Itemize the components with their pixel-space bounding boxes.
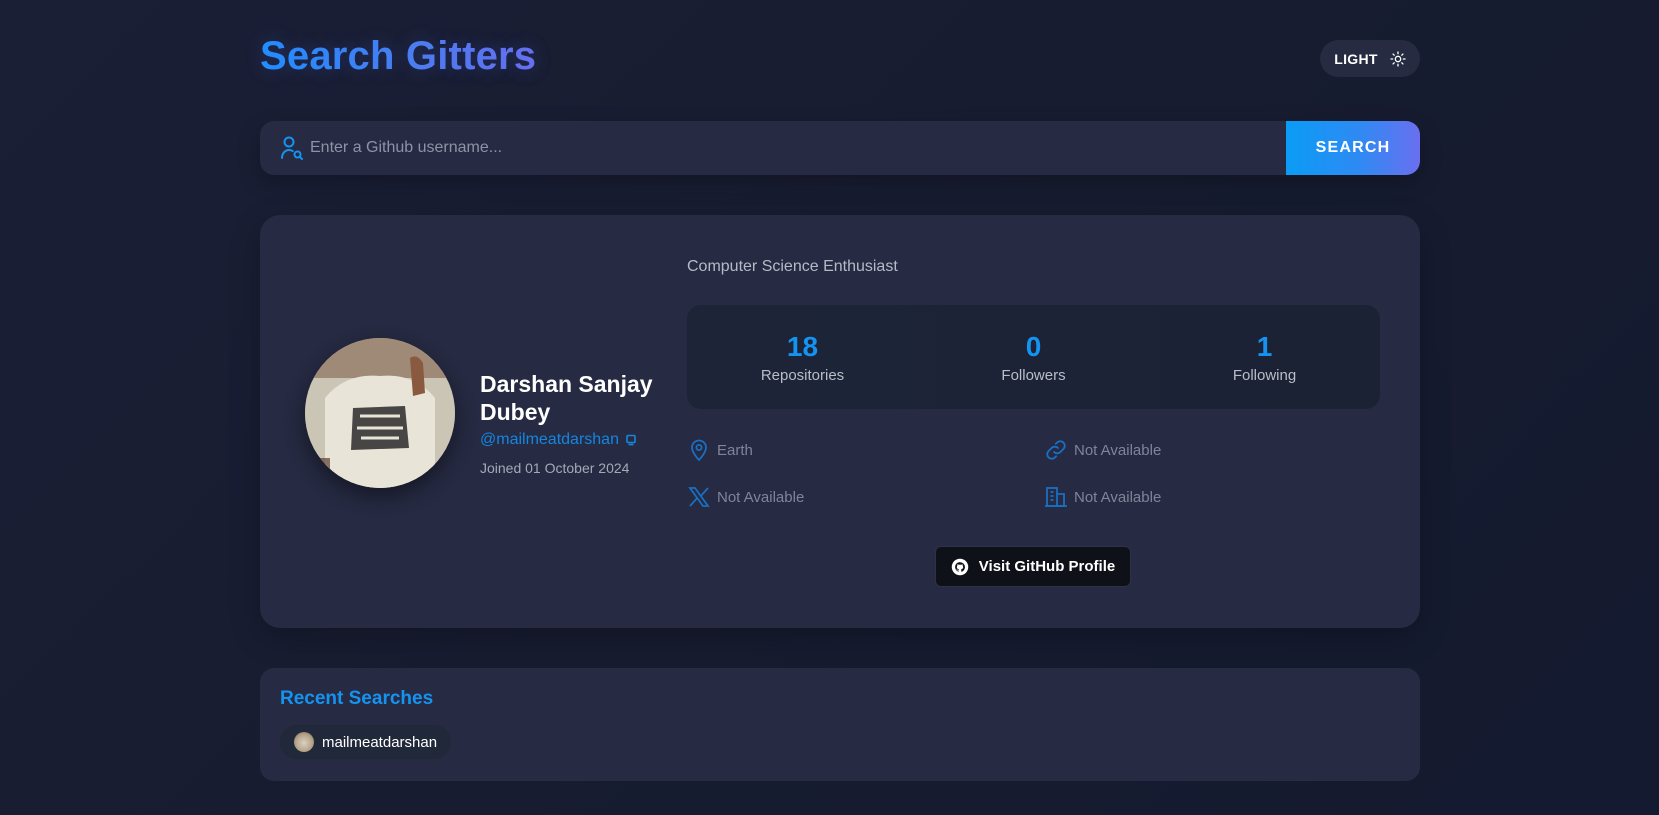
stat-value: 18 (786, 330, 819, 362)
profile-login-link[interactable]: @mailmeatdarshan (480, 431, 637, 449)
stat-following: 1 Following (1149, 305, 1380, 409)
profile-login: @mailmeatdarshan (480, 431, 619, 448)
stat-label: Followers (1001, 366, 1066, 384)
profile-name: Darshan Sanjay Dubey (480, 371, 653, 425)
stats-panel: 18 Repositories 0 Followers 1 Following (687, 305, 1380, 409)
external-link-icon (626, 434, 636, 446)
joined-date: Joined 01 October 2024 (480, 460, 630, 476)
profile-bio: Computer Science Enthusiast (687, 258, 898, 275)
search-button[interactable]: SEARCH (1286, 121, 1420, 175)
info-company: Not Available (1044, 485, 1161, 509)
visit-github-profile-button[interactable]: Visit GitHub Profile (935, 546, 1131, 587)
stat-followers: 0 Followers (918, 305, 1149, 409)
building-icon (1045, 487, 1067, 507)
stat-label: Following (1232, 366, 1297, 384)
user-search-icon (281, 136, 303, 160)
github-icon (951, 558, 969, 575)
info-location: Earth (687, 438, 753, 462)
location-pin-icon (691, 439, 707, 462)
link-icon (1046, 440, 1066, 460)
blog-text: Not Available (1074, 441, 1162, 459)
company-text: Not Available (1074, 488, 1162, 506)
app-title: Search Gitters (260, 34, 537, 78)
visit-button-label: Visit GitHub Profile (978, 558, 1116, 575)
recent-search-item[interactable]: mailmeatdarshan (280, 725, 452, 759)
sun-icon (1390, 50, 1406, 67)
info-twitter: Not Available (687, 485, 804, 509)
avatar (305, 338, 455, 488)
theme-toggle-button[interactable]: LIGHT (1320, 40, 1420, 77)
location-text: Earth (717, 441, 753, 459)
stat-value: 0 (1025, 330, 1042, 362)
theme-toggle-label: LIGHT (1334, 50, 1378, 67)
twitter-text: Not Available (717, 488, 805, 506)
recent-search-username: mailmeatdarshan (322, 733, 438, 751)
header: Search Gitters LIGHT (260, 0, 1420, 118)
search-input[interactable] (310, 121, 1270, 175)
app-container: Search Gitters LIGHT SEARCH (260, 0, 1420, 781)
search-bar: SEARCH (260, 121, 1420, 175)
recent-searches-title: Recent Searches (280, 688, 434, 709)
stat-label: Repositories (760, 366, 845, 384)
recent-searches-card: Recent Searches mailmeatdarshan (260, 668, 1420, 781)
info-blog: Not Available (1044, 438, 1161, 462)
stat-value: 1 (1256, 330, 1273, 362)
profile-card: Darshan Sanjay Dubey @mailmeatdarshan Jo… (260, 215, 1420, 628)
recent-search-avatar (294, 732, 314, 752)
x-twitter-icon (688, 487, 710, 507)
stat-repositories: 18 Repositories (687, 305, 918, 409)
